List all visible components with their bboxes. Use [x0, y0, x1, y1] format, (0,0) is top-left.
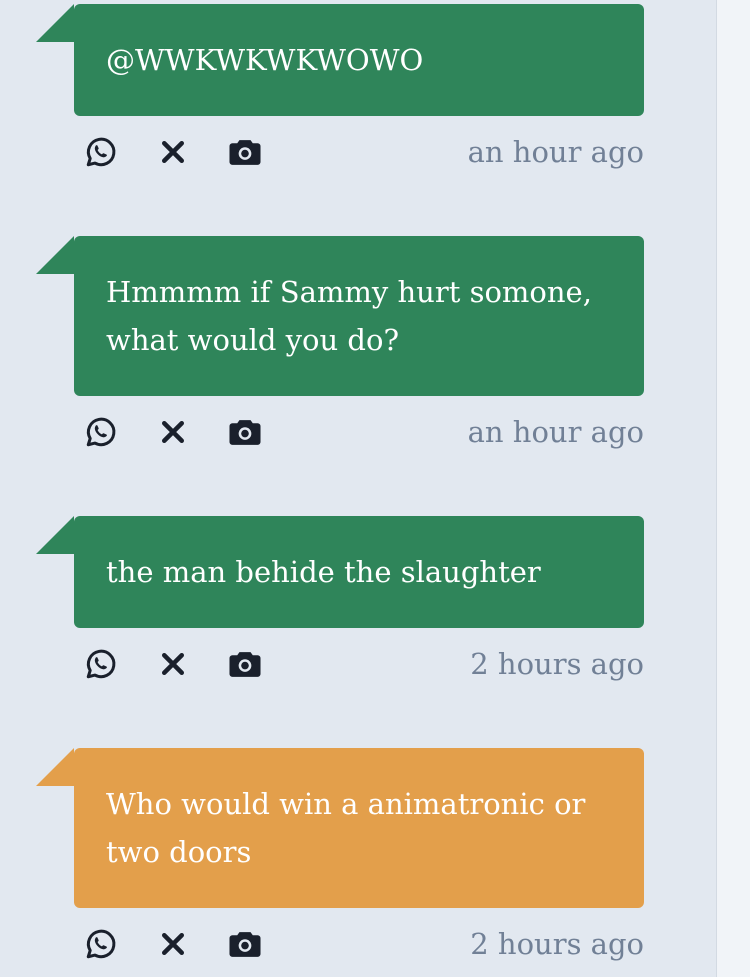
x-icon	[162, 421, 184, 443]
message-bubble-wrap: Who would win a animatronic or two doors	[36, 748, 644, 908]
message-timestamp: an hour ago	[467, 135, 644, 169]
message-timestamp: 2 hours ago	[470, 647, 644, 681]
x-share-button[interactable]	[154, 925, 192, 963]
whatsapp-icon	[86, 929, 116, 959]
message-bubble[interactable]: Hmmmm if Sammy hurt somone, what would y…	[74, 236, 644, 396]
camera-icon	[229, 140, 261, 165]
bubble-tail	[36, 516, 74, 554]
whatsapp-icon	[86, 137, 116, 167]
message-actions: an hour ago	[74, 116, 644, 188]
x-share-button[interactable]	[154, 413, 192, 451]
screenshot-button[interactable]	[226, 133, 264, 171]
message-item: @WWKWKWKWOWO an hour ago	[36, 4, 644, 188]
screenshot-button[interactable]	[226, 413, 264, 451]
message-text-line: Hmmmm if Sammy hurt somone,	[106, 275, 592, 309]
message-bubble[interactable]: Who would win a animatronic or two doors	[74, 748, 644, 908]
message-item: the man behide the slaughter 2 hours ago	[36, 516, 644, 700]
screenshot-button[interactable]	[226, 645, 264, 683]
scrollbar-track[interactable]	[716, 0, 750, 977]
whatsapp-share-button[interactable]	[82, 133, 120, 171]
message-text-line: what would you do?	[106, 323, 399, 357]
x-icon	[162, 933, 184, 955]
message-timestamp: an hour ago	[467, 415, 644, 449]
message-text-line: two doors	[106, 835, 252, 869]
message-item: Who would win a animatronic or two doors…	[36, 748, 644, 977]
message-bubble-wrap: the man behide the slaughter	[36, 516, 644, 628]
message-timestamp: 2 hours ago	[470, 927, 644, 961]
x-share-button[interactable]	[154, 133, 192, 171]
message-text-line: Who would win a animatronic or	[106, 787, 586, 821]
x-share-button[interactable]	[154, 645, 192, 683]
camera-icon	[229, 652, 261, 677]
bubble-tail	[36, 748, 74, 786]
screenshot-button[interactable]	[226, 925, 264, 963]
message-bubble-wrap: @WWKWKWKWOWO	[36, 4, 644, 116]
whatsapp-share-button[interactable]	[82, 645, 120, 683]
message-item: Hmmmm if Sammy hurt somone, what would y…	[36, 236, 644, 468]
message-bubble[interactable]: the man behide the slaughter	[74, 516, 644, 628]
message-actions: 2 hours ago	[74, 628, 644, 700]
message-actions: 2 hours ago	[74, 908, 644, 977]
whatsapp-share-button[interactable]	[82, 925, 120, 963]
message-bubble[interactable]: @WWKWKWKWOWO	[74, 4, 644, 116]
whatsapp-icon	[86, 649, 116, 679]
x-icon	[162, 653, 184, 675]
whatsapp-icon	[86, 417, 116, 447]
x-icon	[162, 141, 184, 163]
camera-icon	[229, 420, 261, 445]
page: @WWKWKWKWOWO an hour ago Hmmmm if Sammy …	[0, 0, 750, 977]
message-text-line: @WWKWKWKWOWO	[106, 43, 424, 77]
message-bubble-wrap: Hmmmm if Sammy hurt somone, what would y…	[36, 236, 644, 396]
message-actions: an hour ago	[74, 396, 644, 468]
bubble-tail	[36, 4, 74, 42]
message-text-line: the man behide the slaughter	[106, 555, 541, 589]
camera-icon	[229, 932, 261, 957]
whatsapp-share-button[interactable]	[82, 413, 120, 451]
bubble-tail	[36, 236, 74, 274]
